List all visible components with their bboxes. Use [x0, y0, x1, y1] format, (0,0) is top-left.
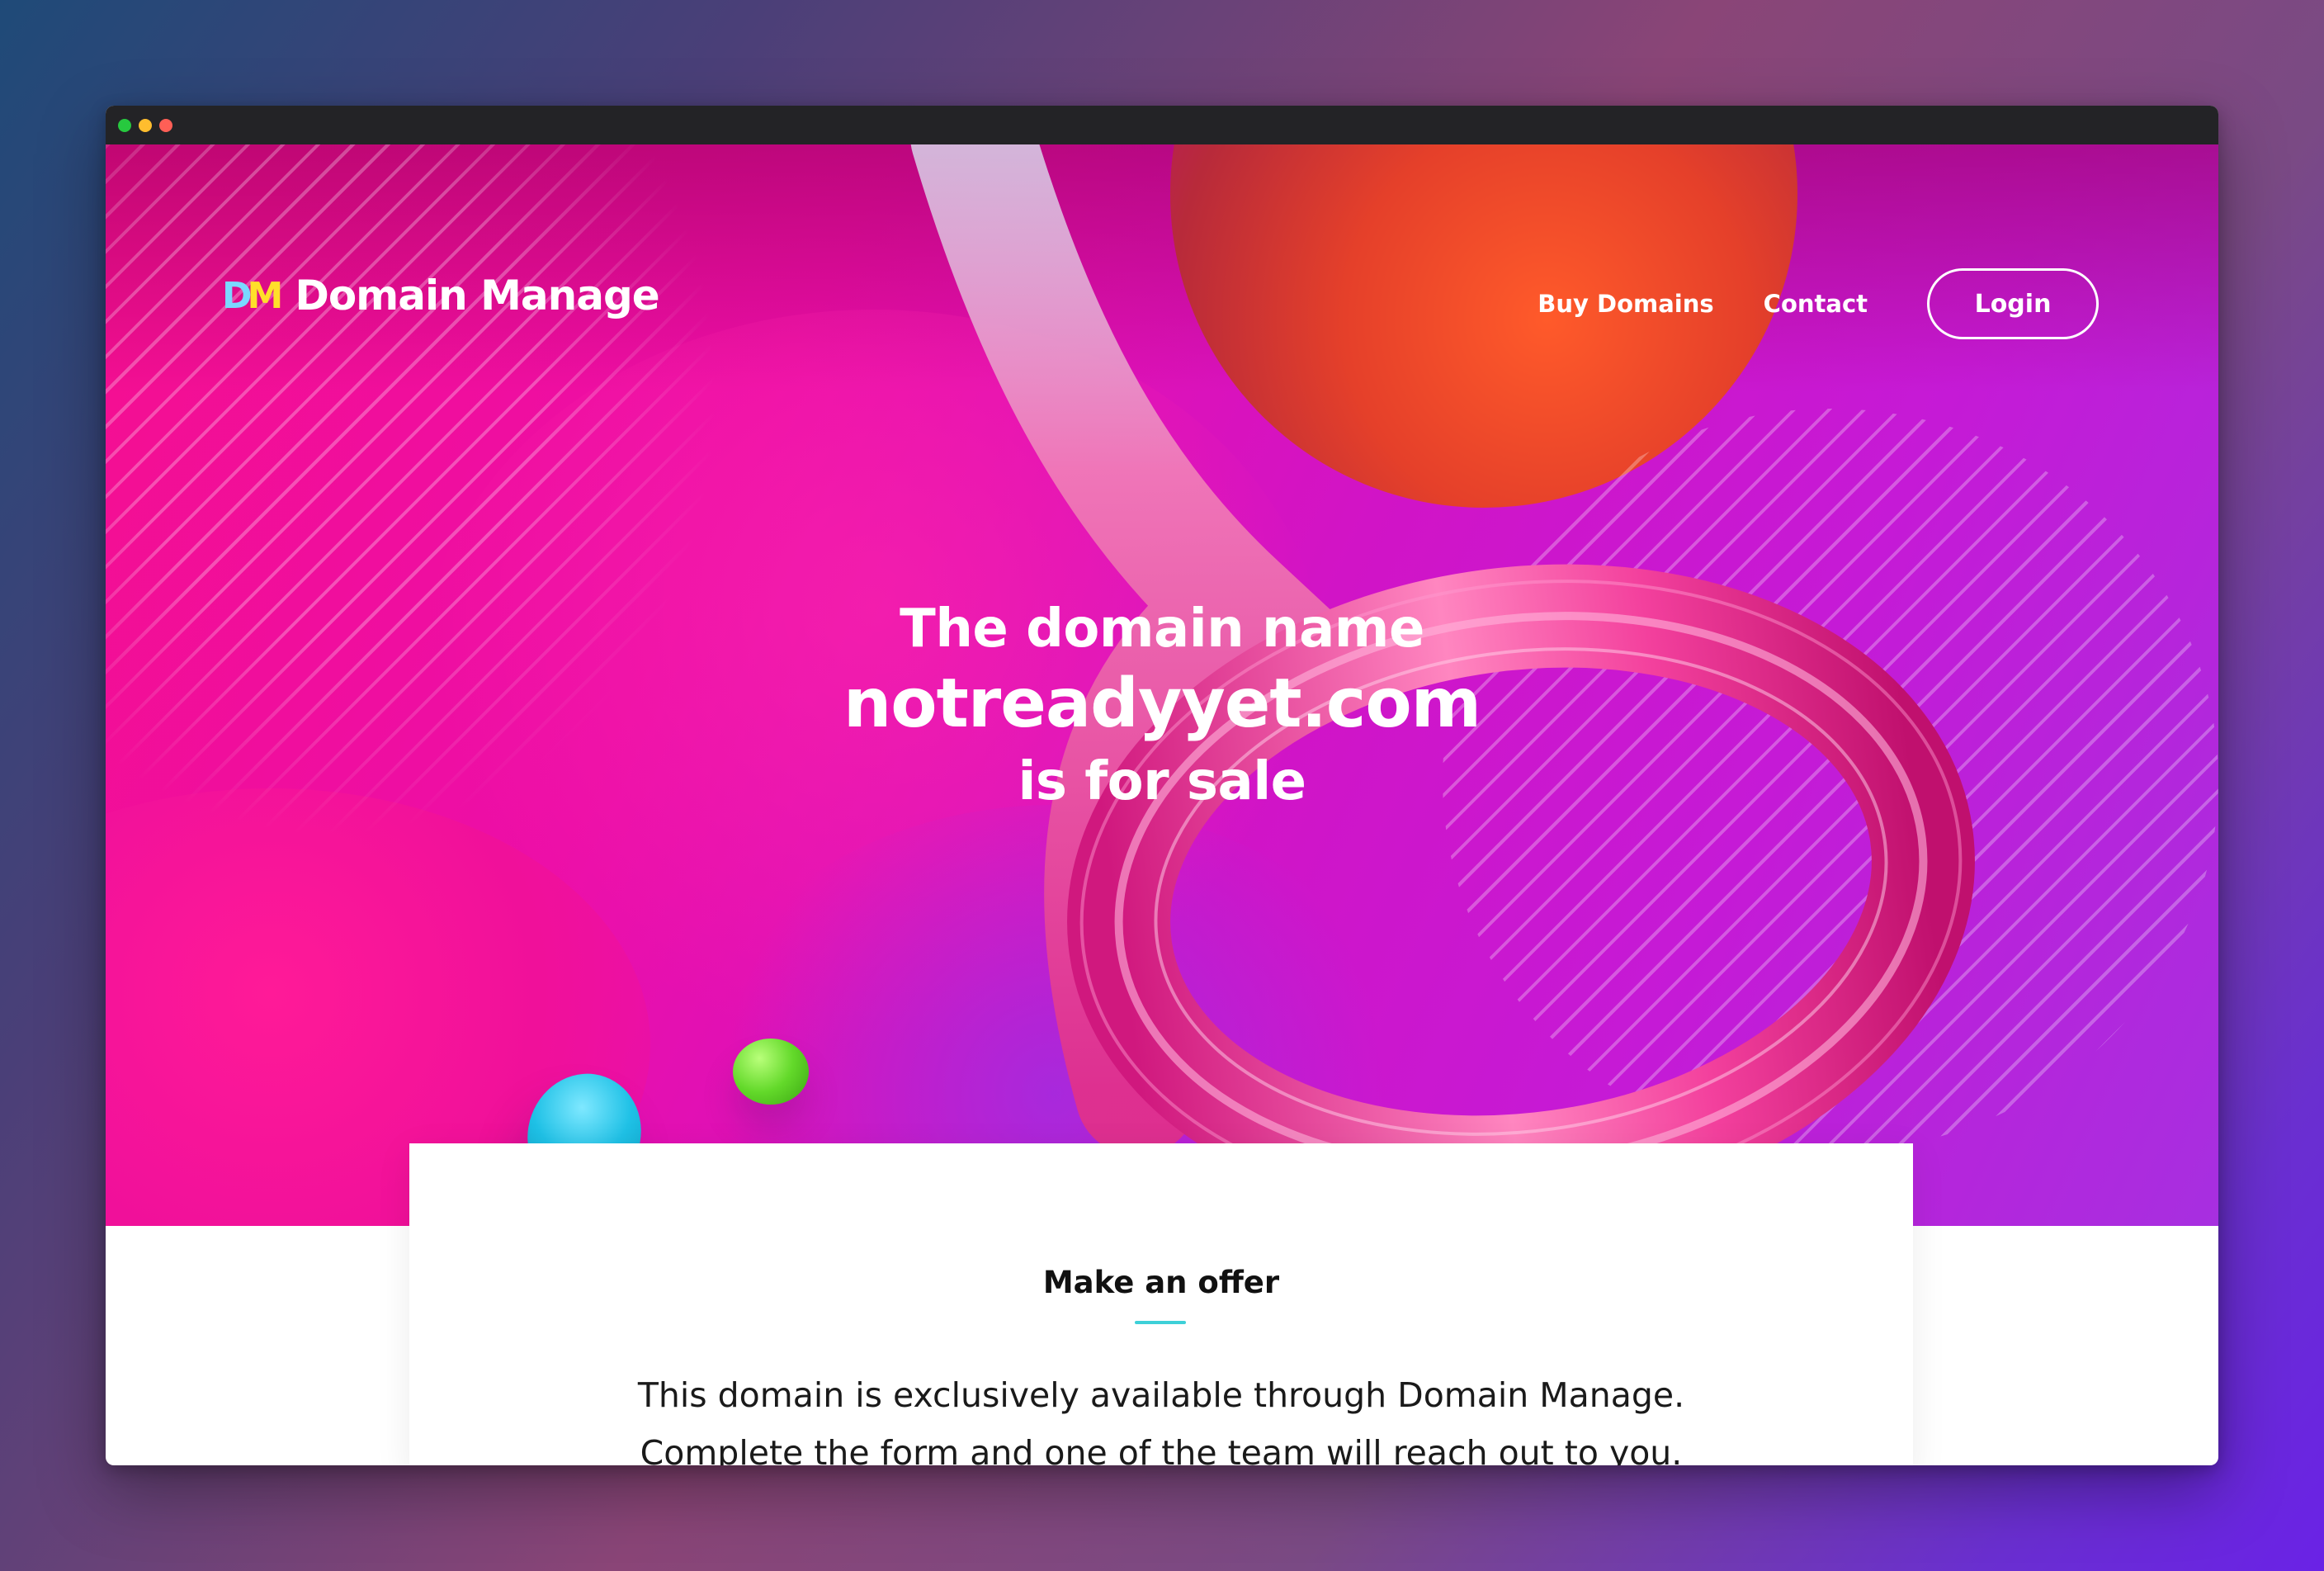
nav-link-buy-domains[interactable]: Buy Domains	[1538, 290, 1713, 318]
logo-text: Domain Manage	[295, 272, 659, 319]
offer-description-line2: Complete the form and one of the team wi…	[640, 1433, 1683, 1465]
browser-window: D M Domain Manage Buy Domains Contact Lo…	[106, 106, 2218, 1465]
green-candy-decoration	[733, 1039, 809, 1105]
nav-link-contact[interactable]: Contact	[1764, 290, 1868, 318]
logo-mark-icon: D M	[222, 275, 283, 317]
offer-title-underline	[1135, 1321, 1186, 1324]
offer-card: Make an offer This domain is exclusively…	[409, 1143, 1913, 1465]
hero-section: D M Domain Manage Buy Domains Contact Lo…	[106, 144, 2218, 1226]
main-navigation: Buy Domains Contact Login	[1538, 267, 2099, 341]
logo-mark-d: D	[222, 274, 252, 317]
domain-name-title: notreadyyet.com	[843, 665, 1481, 743]
offer-description: This domain is exclusively available thr…	[409, 1366, 1913, 1465]
offer-description-line1: This domain is exclusively available thr…	[637, 1375, 1685, 1415]
window-green-dot-icon[interactable]	[118, 119, 131, 132]
login-button[interactable]: Login	[1927, 268, 2099, 339]
site-logo[interactable]: D M Domain Manage	[222, 267, 660, 324]
headline-intro: The domain name	[900, 599, 1424, 660]
logo-mark-m: M	[247, 274, 284, 317]
headline-for-sale: is for sale	[1018, 751, 1306, 812]
window-red-dot-icon[interactable]	[159, 119, 172, 132]
window-yellow-dot-icon[interactable]	[139, 119, 152, 132]
window-titlebar	[106, 106, 2218, 144]
offer-title: Make an offer	[1042, 1265, 1280, 1300]
